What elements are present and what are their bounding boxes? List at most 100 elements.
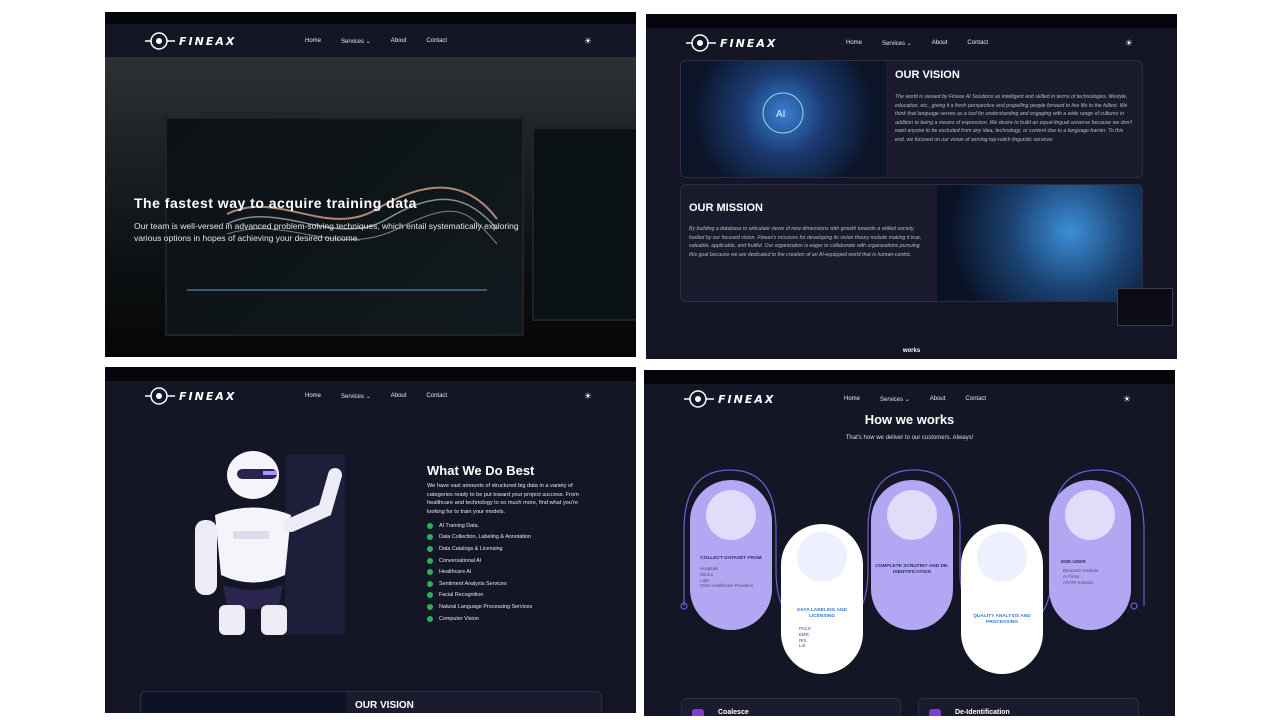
logo-text: FINEAX [179,34,237,48]
list-item-label: Data Collection, Labeling & Annotation [439,534,532,541]
mission-title: OUR MISSION [689,202,763,214]
nav-contact[interactable]: Contact [426,38,447,45]
nav-about[interactable]: About [391,393,407,400]
chevron-down-icon: ⌄ [365,393,371,400]
list-item-label: Data Catalogs & Licensing [439,545,503,552]
step-quality: QUALITY ANALYSIS AND PROCESSING [961,524,1043,674]
dataset-funnel-icon [706,490,756,540]
theme-toggle-sun-icon[interactable]: ☀ [584,391,592,402]
card-title: Coalesce [718,709,749,716]
navbar: FINEAX Home Services ⌄ About Contact ☀ [105,381,636,411]
logo-icon [145,32,175,50]
what-we-do-description: We have vast amounts of structured big d… [427,483,579,516]
card-title: De-Identification [955,709,1010,716]
nav-services-label: Services [882,40,906,47]
nav-services-label: Services [341,38,365,45]
top-strip [105,367,636,381]
nav-services[interactable]: Services ⌄ [341,393,371,400]
de-identification-card[interactable]: De-Identification [918,698,1139,716]
how-we-works-panel: FINEAX Home Services ⌄ About Contact ☀ H… [644,370,1175,716]
services-list: AI Training Data. Data Collection, Label… [427,520,532,624]
nav-about[interactable]: About [391,38,407,45]
nav-home[interactable]: Home [305,38,321,45]
list-item: Natural Language Processing Services [427,601,532,613]
vision-title-preview: OUR VISION [355,700,414,711]
logo-icon [686,34,716,52]
check-circle-icon [427,580,433,587]
hero-title: The fastest way to acquire training data [134,195,417,211]
vision-card-preview: OUR VISION [140,691,602,713]
list-item: Data Catalogs & Licensing [427,543,532,555]
hero-panel: FINEAX Home Services ⌄ About Contact ☀ T… [105,12,636,357]
list-item: Conversational AI [427,555,532,567]
step-label: END USER [1061,560,1086,565]
step-items: PACS EMR RIS LIS [799,626,811,649]
list-item: Healthcare AI [427,566,532,578]
nav-about[interactable]: About [932,40,948,47]
nav-links: Home Services ⌄ About Contact [305,393,447,400]
de-identification-icon [929,709,941,716]
lightbulb-team-icon [887,490,937,540]
check-circle-icon [427,603,433,610]
coalesce-card[interactable]: Coalesce [681,698,901,716]
nav-services-label: Services [341,393,365,400]
logo[interactable]: FINEAX [145,31,236,51]
nav-services[interactable]: Services ⌄ [341,38,371,45]
step-label: QUALITY ANALYSIS AND PROCESSING [973,614,1031,625]
mission-text: By building a database to articulate vie… [689,226,922,258]
chevron-down-icon: ⌄ [906,40,912,47]
vision-text: The world is viewed by Fineax AI Solutio… [895,94,1132,143]
list-item: AI Training Data. [427,520,532,532]
list-item-label: AI Training Data. [439,522,480,529]
list-item: Data Collection, Labeling & Annotation [427,532,532,544]
logo[interactable]: FINEAX [686,33,777,53]
team-document-icon [797,532,847,582]
top-strip [105,12,636,24]
theme-toggle-sun-icon[interactable]: ☀ [1125,38,1133,49]
step-label: DATA LABELING AND LICENSING [797,608,847,619]
analysis-computer-icon [977,532,1027,582]
vision-card: AI OUR VISION The world is viewed by Fin… [680,60,1143,178]
monitor-right [532,127,636,321]
list-item: Sentiment Analysis Services [427,578,532,590]
svg-text:AI: AI [776,109,785,120]
nav-home[interactable]: Home [305,393,321,400]
list-item-label: Natural Language Processing Services [439,603,533,610]
list-item: Computer Vision [427,613,532,625]
check-circle-icon [427,569,433,576]
mini-preview-thumbnail [1117,288,1173,326]
vision-title: OUR VISION [895,69,960,81]
logo-text: FINEAX [720,36,778,50]
mission-card: OUR MISSION By building a database to ar… [680,184,1143,302]
step-collect: COLLECT DATASET FROM Hospitals Clinics L… [690,480,772,630]
mission-image [937,185,1142,301]
vision-image: AI [681,61,886,177]
theme-toggle-sun-icon[interactable]: ☀ [584,36,592,47]
nav-links: Home Services ⌄ About Contact [846,40,988,47]
list-item-label: Healthcare AI [439,569,472,576]
step-end-user: END USER Research Institute AI Firms AR/… [1049,480,1131,630]
list-item-label: Conversational AI [439,557,482,564]
logo[interactable]: FINEAX [145,386,236,406]
robot-illustration [195,451,345,635]
section-footer-text: works [902,348,921,354]
nav-contact[interactable]: Contact [967,40,988,47]
ai-brain-graphic: AI [762,92,804,134]
step-labeling: DATA LABELING AND LICENSING PACS EMR RIS… [781,524,863,674]
navbar: FINEAX Home Services ⌄ About Contact ☀ [646,28,1177,58]
nav-services[interactable]: Services ⌄ [882,40,912,47]
check-circle-icon [427,534,433,541]
logo-text: FINEAX [179,389,237,403]
nav-home[interactable]: Home [846,40,862,47]
list-item-label: Facial Recognition [439,592,484,599]
navbar: FINEAX Home Services ⌄ About Contact ☀ [105,26,636,56]
vision-mission-panel: FINEAX Home Services ⌄ About Contact ☀ A… [646,14,1177,359]
check-circle-icon [427,557,433,564]
step-items: Hospitals Clinics Labs Other Healthcare … [700,566,753,589]
list-item: Facial Recognition [427,590,532,602]
report-clipboard-icon [1065,490,1115,540]
step-item: Research Institute [1063,568,1099,573]
hero-subtitle: Our team is well-versed in advanced prob… [134,221,519,243]
nav-contact[interactable]: Contact [426,393,447,400]
vision-image-preview [141,692,346,713]
